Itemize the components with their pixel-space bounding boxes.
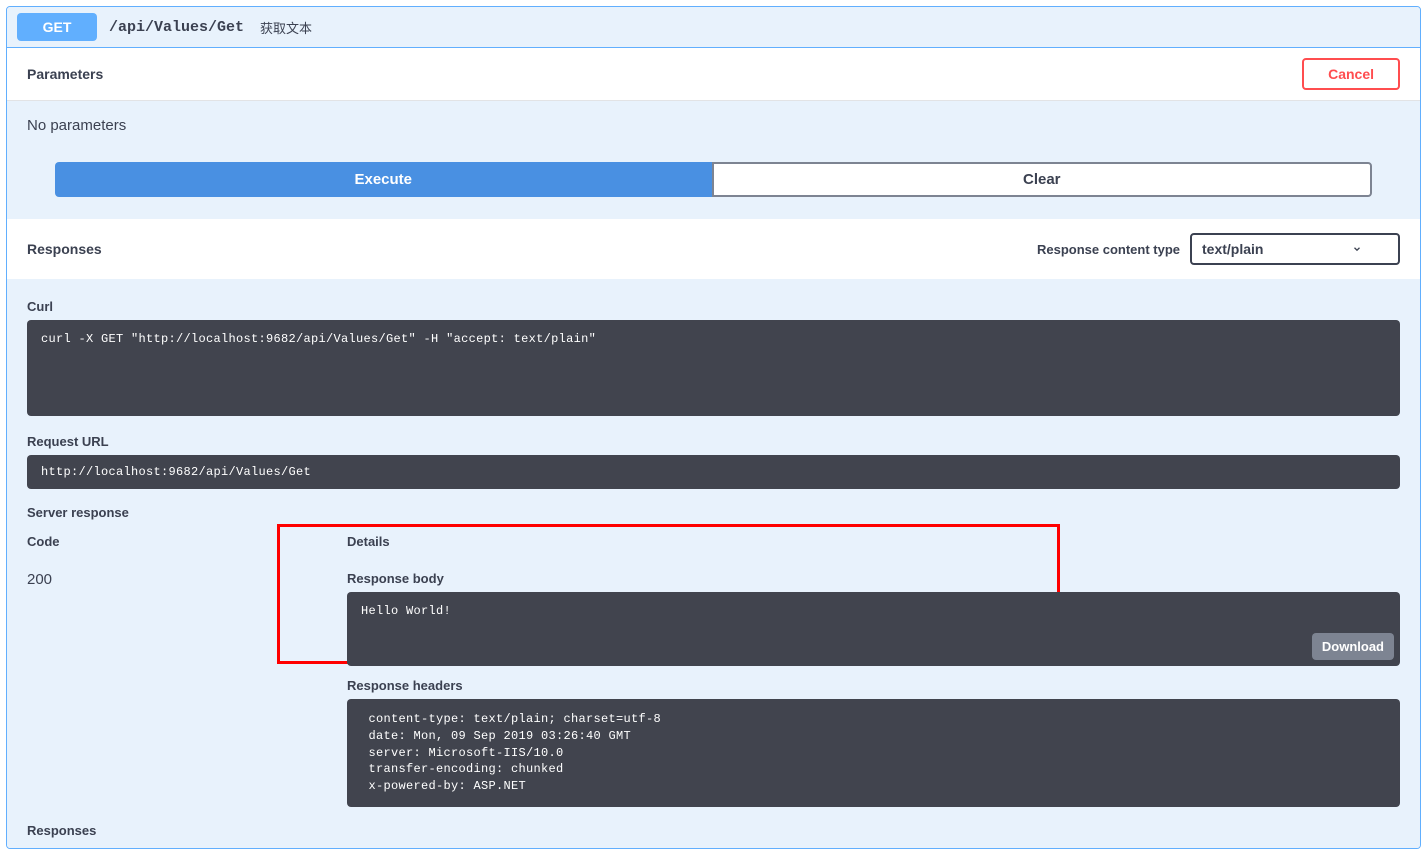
code-column: Code 200 [27,534,347,807]
parameters-title: Parameters [27,66,103,82]
endpoint-description: 获取文本 [260,18,312,37]
status-code: 200 [27,571,347,588]
operation-summary[interactable]: GET /api/Values/Get 获取文本 [7,7,1420,48]
request-url-block[interactable]: http://localhost:9682/api/Values/Get [27,455,1400,489]
responses-header: Responses Response content type text/pla… [7,219,1420,279]
request-url-label: Request URL [27,434,1400,449]
action-button-row: Execute Clear [27,162,1400,197]
response-body-block[interactable]: Hello World! Download [347,592,1400,666]
content-type-select[interactable]: text/plain [1190,233,1400,265]
cancel-button[interactable]: Cancel [1302,58,1400,90]
chevron-down-icon [1352,244,1362,254]
http-method-badge: GET [17,13,97,41]
no-parameters-text: No parameters [27,117,1400,134]
response-headers-label: Response headers [347,678,1400,693]
server-response-label: Server response [27,505,1400,520]
operation-block: GET /api/Values/Get 获取文本 Parameters Canc… [6,6,1421,849]
response-headers-block[interactable]: content-type: text/plain; charset=utf-8 … [347,699,1400,807]
details-header: Details [347,534,1400,549]
responses-title: Responses [27,241,102,257]
execute-button[interactable]: Execute [55,162,712,197]
clear-button[interactable]: Clear [712,162,1373,197]
curl-label: Curl [27,299,1400,314]
parameters-body: No parameters Execute Clear [7,101,1420,219]
responses-body: Curl curl -X GET "http://localhost:9682/… [7,279,1420,848]
endpoint-path: /api/Values/Get [109,19,244,36]
response-body-text: Hello World! [361,604,451,618]
parameters-header: Parameters Cancel [7,48,1420,101]
download-button[interactable]: Download [1312,633,1394,660]
response-grid: Code 200 Details Response body Hello Wor… [27,534,1400,807]
content-type-control: Response content type text/plain [1037,233,1400,265]
curl-command-block[interactable]: curl -X GET "http://localhost:9682/api/V… [27,320,1400,416]
content-type-value: text/plain [1202,241,1263,257]
responses-footer-label: Responses [27,823,1400,838]
code-header: Code [27,534,347,549]
content-type-label: Response content type [1037,242,1180,257]
response-body-label: Response body [347,571,1400,586]
details-column: Details Response body Hello World! Downl… [347,534,1400,807]
